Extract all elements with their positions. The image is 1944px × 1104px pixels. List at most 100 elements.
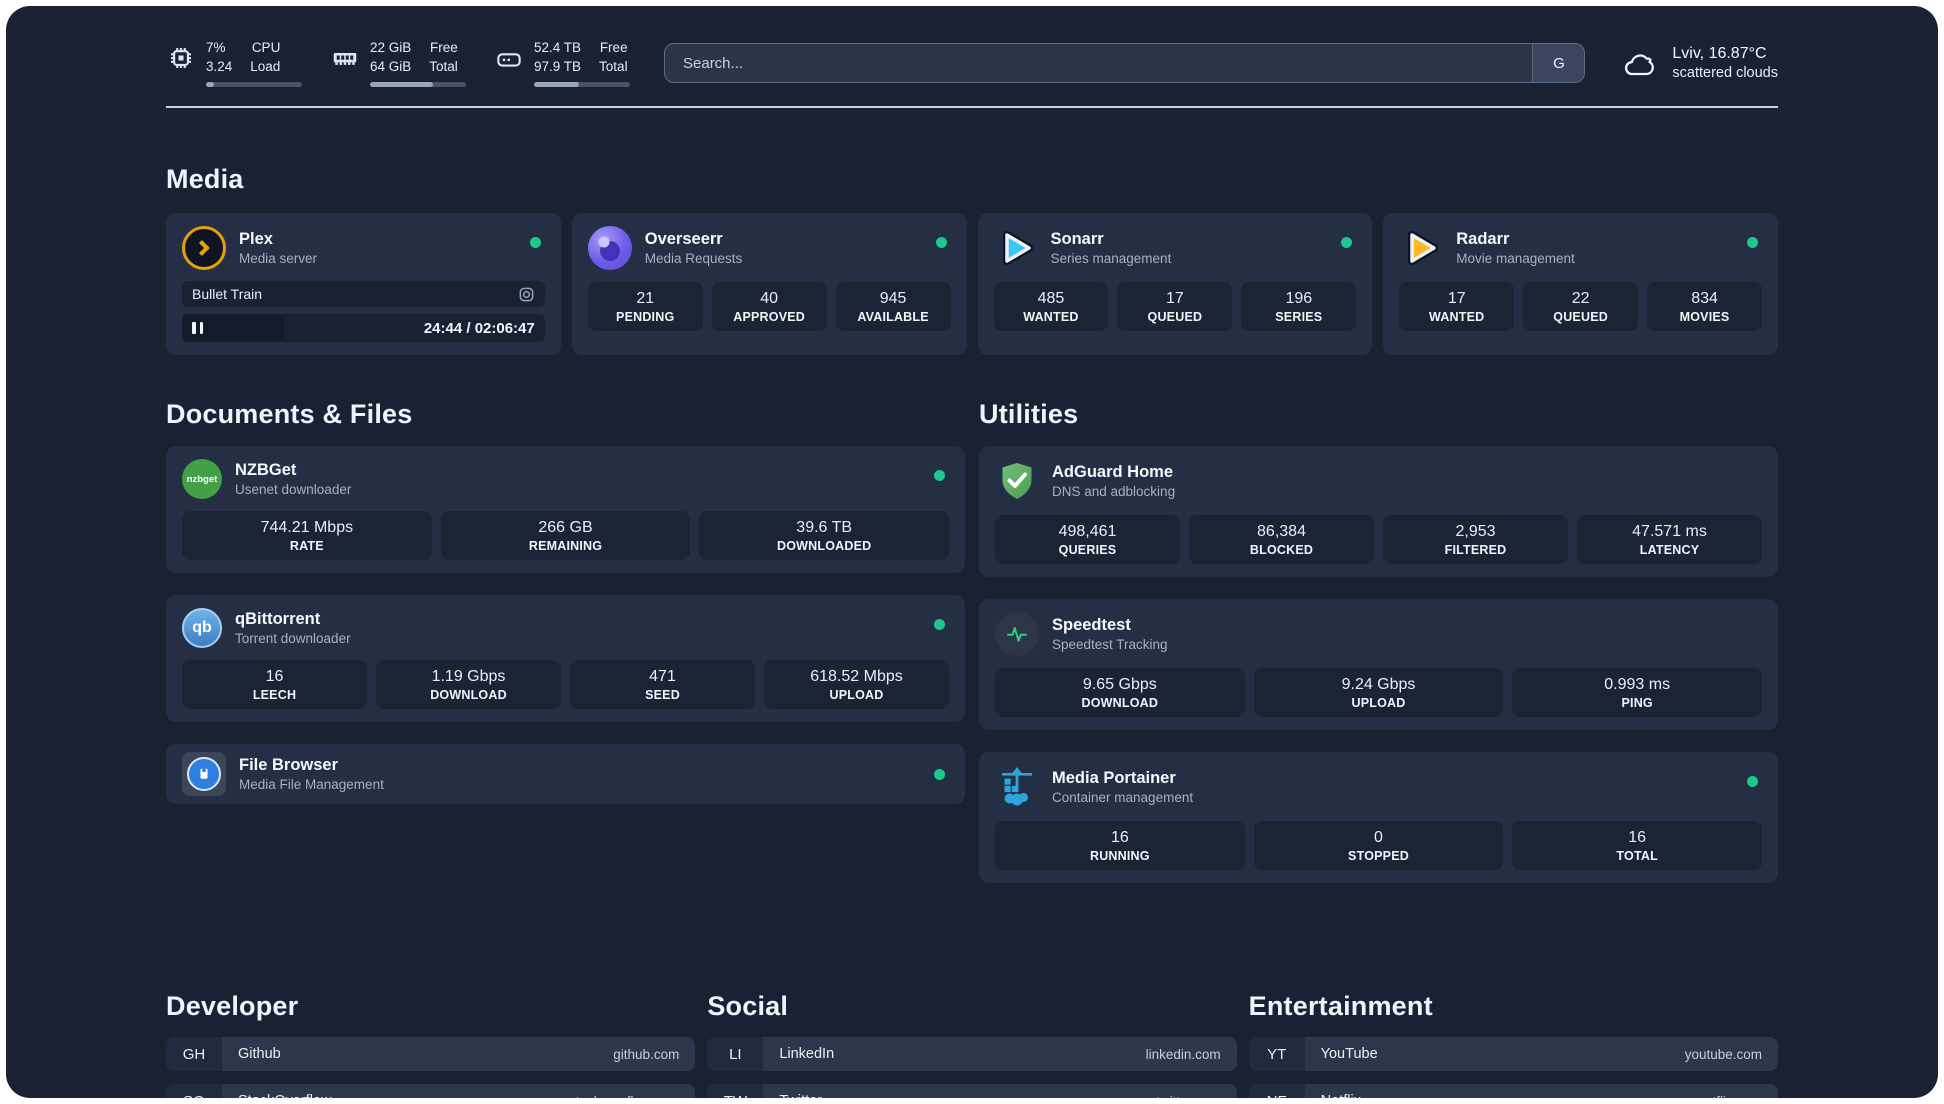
app-name: Sonarr (1050, 230, 1104, 248)
stat-tile: 2,953 FILTERED (1383, 515, 1568, 564)
pause-button[interactable] (192, 322, 203, 334)
adguard-icon (995, 459, 1039, 503)
app-name: Overseerr (644, 230, 723, 248)
dashboard-panel: 7% 3.24 CPU Load 22 GiB 64 GiB Free Tota… (6, 6, 1938, 1098)
cpu-stat: 7% 3.24 CPU Load (166, 39, 302, 87)
status-dot (1747, 776, 1758, 787)
app-card-filebrowser[interactable]: File Browser Media File Management (166, 744, 965, 804)
radarr-icon (1399, 226, 1443, 270)
app-card-radarr[interactable]: Radarr Movie management 17 WANTED 22 QUEUE… (1383, 213, 1778, 355)
playback-time: 24:44 / 02:06:47 (423, 319, 535, 337)
link-row-github[interactable]: GH Github github.com (166, 1037, 696, 1071)
cpu-icon (171, 47, 191, 68)
stat-tile: 39.6 TB DOWNLOADED (699, 511, 950, 560)
media-grid: Plex Media server Bullet Train 24:44 / 0… (166, 213, 1778, 355)
plex-icon (182, 226, 226, 270)
disk-stat: 52.4 TB 97.9 TB Free Total (494, 39, 630, 87)
filebrowser-icon (182, 752, 226, 796)
app-card-plex[interactable]: Plex Media server Bullet Train 24:44 / 0… (166, 213, 561, 355)
app-subtitle: Speedtest Tracking (1052, 637, 1168, 652)
app-name: Plex (239, 230, 273, 248)
app-card-speedtest[interactable]: Speedtest Speedtest Tracking 9.65 Gbps DO… (979, 599, 1778, 730)
stat-tile: 9.65 Gbps DOWNLOAD (995, 668, 1245, 717)
links-column-social: Social LI LinkedInlinkedin.com TW Twitte… (707, 935, 1237, 1098)
cpu-usage: 7% (206, 40, 226, 56)
link-row-stackoverflow[interactable]: SO StackOverflowstackoverflow.com (166, 1084, 696, 1098)
stat-tile: 16 LEECH (182, 660, 367, 709)
app-card-qbittorrent[interactable]: qb qBittorrent Torrent downloader 16 LEEC… (166, 595, 965, 722)
app-subtitle: DNS and adblocking (1052, 484, 1176, 499)
stat-tile: 485 WANTED (993, 282, 1109, 331)
stat-tile: 21 PENDING (587, 282, 703, 331)
stat-tile: 17 WANTED (1399, 282, 1515, 331)
stat-tile: 17 QUEUED (1117, 282, 1233, 331)
memory-icon (333, 52, 357, 65)
link-row-netflix[interactable]: NF Netflixnetflix.com (1248, 1084, 1778, 1098)
app-card-adguard[interactable]: AdGuard Home DNS and adblocking 498,461 Q… (979, 446, 1778, 577)
memory-free: 22 GiB (370, 40, 412, 56)
cpu-progress-bar (206, 81, 302, 87)
status-dot (935, 237, 947, 248)
status-dot (529, 237, 541, 248)
link-row-twitter[interactable]: TW Twittertwitter.com (707, 1084, 1237, 1098)
cpu-loadavg: 3.24 (206, 58, 233, 74)
link-abbr: YT (1248, 1037, 1305, 1071)
app-subtitle: Movie management (1456, 251, 1575, 266)
weather-location: Lviv, 16.87°C (1672, 45, 1767, 62)
app-name: NZBGet (235, 461, 297, 479)
disk-total: 97.9 TB (534, 58, 582, 74)
app-card-nzbget[interactable]: nzbget NZBGet Usenet downloader 744.21 M… (166, 446, 965, 573)
header-divider (166, 106, 1778, 108)
stat-tile: 945 AVAILABLE (835, 282, 951, 331)
app-name: AdGuard Home (1052, 463, 1174, 481)
stat-tile: 40 APPROVED (711, 282, 827, 331)
stat-tile: 22 QUEUED (1523, 282, 1639, 331)
link-row-linkedin[interactable]: LI LinkedIn linkedin.com (707, 1037, 1237, 1071)
app-name: Media Portainer (1052, 769, 1176, 787)
app-name: Radarr (1456, 230, 1510, 248)
top-bar: 7% 3.24 CPU Load 22 GiB 64 GiB Free Tota… (166, 6, 1778, 88)
app-subtitle: Torrent downloader (235, 631, 351, 646)
weather-widget: Lviv, 16.87°C scattered clouds (1619, 45, 1778, 81)
app-subtitle: Container management (1052, 790, 1194, 805)
app-subtitle: Series management (1050, 251, 1172, 266)
link-row-youtube[interactable]: YT YouTube youtube.com (1248, 1037, 1778, 1071)
section-title-developer: Developer (166, 991, 299, 1021)
section-title-documents: Documents & Files (166, 399, 413, 429)
documents-column: Documents & Files nzbget NZBGet Usenet d… (166, 399, 965, 804)
app-name: File Browser (239, 756, 339, 774)
app-card-overseerr[interactable]: Overseerr Media Requests 21 PENDING 40 APP… (571, 213, 967, 355)
app-card-portainer[interactable]: Media Portainer Container management 16 R… (979, 752, 1778, 883)
sonarr-icon (994, 226, 1038, 270)
status-dot (934, 619, 945, 630)
stat-tile: 498,461 QUERIES (995, 515, 1180, 564)
stat-tile: 47.571 ms LATENCY (1577, 515, 1762, 564)
stat-tile: 0.993 ms PING (1512, 668, 1763, 717)
section-title-social: Social (707, 991, 789, 1021)
stat-tile: 86,384 BLOCKED (1189, 515, 1374, 564)
stat-tile: 16 RUNNING (995, 821, 1245, 870)
search-provider-button[interactable]: G (1532, 44, 1585, 82)
overseerr-icon (587, 226, 632, 270)
search-input[interactable] (665, 44, 1533, 82)
playback-progress-bar[interactable]: 24:44 / 02:06:47 (182, 314, 545, 342)
stat-tile: 9.24 Gbps UPLOAD (1253, 668, 1504, 717)
stat-tile: 1.19 Gbps DOWNLOAD (376, 660, 561, 709)
link-abbr: SO (166, 1084, 222, 1098)
link-abbr: LI (707, 1037, 764, 1071)
search-bar: G (664, 43, 1586, 83)
utilities-column: Utilities AdGuard Home DNS and adblockin… (979, 399, 1778, 883)
weather-condition: scattered clouds (1672, 65, 1778, 81)
cloud-icon (1625, 54, 1655, 76)
disk-icon (497, 52, 521, 67)
app-card-sonarr[interactable]: Sonarr Series management 485 WANTED 17 QUE… (977, 213, 1373, 355)
stat-tile: 471 SEED (570, 660, 755, 709)
section-title-media: Media (166, 164, 244, 194)
now-playing-title: Bullet Train (192, 286, 263, 302)
stat-tile: 0 STOPPED (1253, 821, 1504, 870)
link-abbr: GH (166, 1037, 222, 1071)
status-dot (934, 768, 945, 780)
disk-free: 52.4 TB (534, 40, 582, 56)
memory-stat: 22 GiB 64 GiB Free Total (330, 39, 466, 87)
speedtest-icon (995, 612, 1039, 656)
